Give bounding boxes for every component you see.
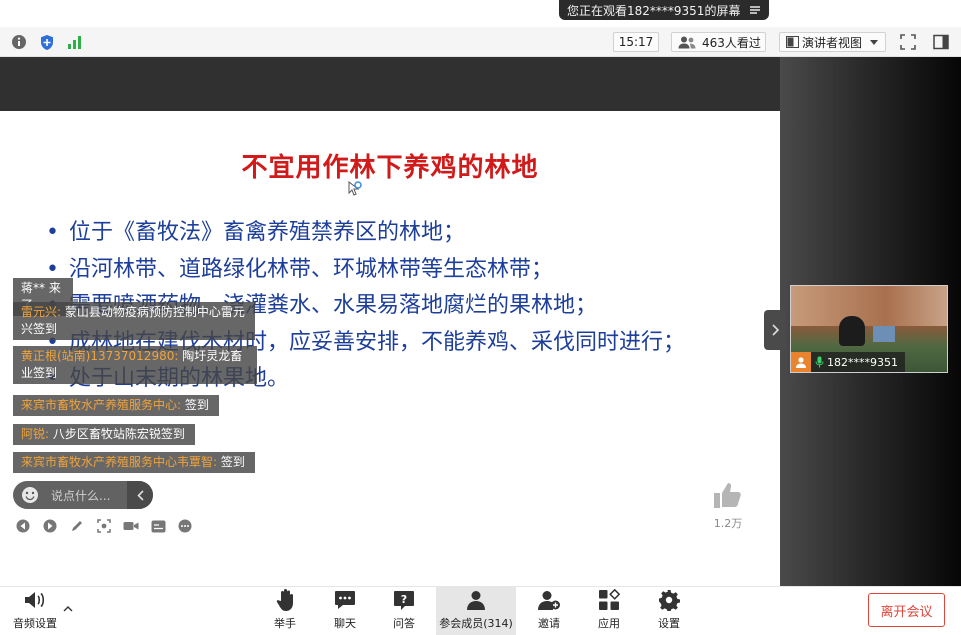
pen-icon[interactable]: [69, 518, 85, 534]
chat-message: 雷元兴: 蒙山县动物疫病预防控制中心雷元兴签到: [13, 302, 255, 340]
speaker-figure: [839, 316, 865, 346]
chevron-down-icon: [870, 39, 879, 45]
raise-hand-button[interactable]: 举手: [264, 587, 306, 635]
gear-icon: [657, 588, 681, 612]
camera-icon[interactable]: [123, 518, 139, 534]
chat-message: 黄正根(站南)13737012980: 陶圩灵龙畜业签到: [13, 346, 257, 384]
chat-button[interactable]: 聊天: [324, 587, 366, 635]
meeting-time: 15:17: [613, 32, 659, 52]
people-icon: [678, 36, 696, 49]
slide-bullet: • 沿河林带、道路绿化林带、环城林带等生态林带；: [46, 256, 554, 282]
svg-text:?: ?: [401, 593, 407, 606]
slide-bullet: • 位于《畜牧法》畜禽养殖禁养区的林地；: [46, 220, 466, 245]
video-name-tag: 182****9351: [791, 352, 905, 372]
invite-label: 邀请: [538, 617, 560, 630]
video-background: [791, 286, 947, 326]
subtitle-icon[interactable]: [150, 518, 166, 534]
view-mode-select[interactable]: 演讲者视图: [779, 32, 886, 52]
sidebar-toggle-icon[interactable]: [932, 33, 950, 51]
hand-icon: [273, 588, 297, 612]
chat-message: 阿锐: 八步区畜牧站陈宏锐签到: [13, 424, 195, 445]
settings-button[interactable]: 设置: [648, 587, 690, 635]
microphone-icon: [815, 356, 824, 368]
participants-icon: [464, 588, 488, 612]
participants-label: 参会成员(314): [439, 617, 513, 630]
settings-label: 设置: [658, 617, 680, 630]
chat-message: 来宾市畜牧水产养殖服务中心韦覃智: 签到: [13, 452, 255, 473]
viewer-count-text: 463人看过: [702, 35, 761, 50]
laptop-figure: [873, 326, 895, 342]
signal-icon[interactable]: [66, 33, 84, 51]
chevron-left-icon: [136, 489, 144, 501]
raise-hand-label: 举手: [274, 617, 296, 630]
avatar-icon: [791, 352, 811, 372]
next-icon[interactable]: [42, 518, 58, 534]
cursor-icon: [348, 180, 362, 201]
time-text: 15:17: [618, 35, 654, 49]
question-icon: ?: [392, 588, 416, 612]
leave-meeting-button[interactable]: 离开会议: [868, 593, 945, 627]
qa-button[interactable]: ? 问答: [383, 587, 425, 635]
apps-button[interactable]: 应用: [588, 587, 630, 635]
apps-icon: [597, 588, 621, 612]
info-icon[interactable]: [10, 33, 28, 51]
slide-title: 不宜用作林下养鸡的林地: [241, 153, 539, 183]
screenshot-icon[interactable]: [96, 518, 112, 534]
share-banner-text: 您正在观看182****9351的屏幕: [567, 3, 741, 18]
more-icon[interactable]: [177, 518, 193, 534]
layout-icon: [786, 36, 799, 48]
add-user-icon: [537, 588, 561, 612]
fullscreen-icon[interactable]: [899, 33, 917, 51]
view-mode-text: 演讲者视图: [802, 35, 863, 50]
emoji-icon[interactable]: [21, 486, 39, 504]
collapse-panel-button[interactable]: [764, 310, 786, 350]
chat-icon: [333, 588, 357, 612]
chat-input-placeholder: 说点什么...: [51, 488, 111, 503]
menu-icon[interactable]: [749, 4, 761, 16]
chevron-up-icon[interactable]: [63, 606, 73, 612]
meeting-control-bar: 音频设置 举手 聊天 ? 问答 参会成员(314) 邀请 应用 设置: [0, 586, 961, 635]
screen-share-banner[interactable]: 您正在观看182****9351的屏幕: [559, 0, 769, 20]
chat-message: 来宾市畜牧水产养殖服务中心: 签到: [13, 395, 219, 416]
participants-button[interactable]: 参会成员(314): [436, 587, 516, 635]
video-name-text: 182****9351: [827, 355, 898, 369]
viewer-count[interactable]: 463人看过: [671, 32, 766, 52]
previous-icon[interactable]: [15, 518, 31, 534]
invite-button[interactable]: 邀请: [528, 587, 570, 635]
annotation-toolbar: [15, 518, 193, 534]
speaker-icon: [23, 588, 47, 612]
chevron-right-icon: [771, 324, 779, 336]
thumbs-up-icon: [711, 479, 743, 511]
apps-label: 应用: [598, 617, 620, 630]
qa-label: 问答: [393, 617, 415, 630]
shield-icon[interactable]: [38, 33, 56, 51]
audio-settings-button[interactable]: 音频设置: [8, 587, 62, 635]
title-bar: [0, 0, 961, 27]
speaker-video-tile[interactable]: 182****9351: [790, 285, 948, 373]
like-count: 1.2万: [713, 517, 743, 530]
chat-label: 聊天: [334, 617, 356, 630]
audio-settings-label: 音频设置: [13, 617, 57, 630]
top-toolbar: 15:17 463人看过 演讲者视图: [0, 27, 961, 57]
